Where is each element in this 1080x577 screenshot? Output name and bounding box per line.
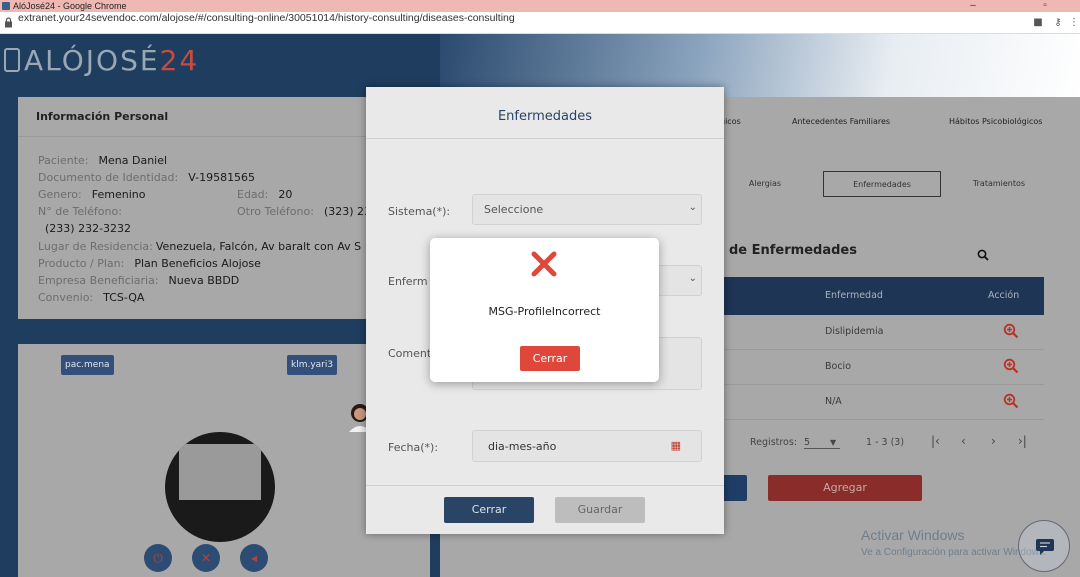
pager-range: 1 - 3 (3) <box>866 437 905 448</box>
field-otro-telefono: Otro Teléfono: (323) 23 <box>237 205 372 218</box>
field-genero: Genero: Femenino <box>38 188 146 201</box>
add-button[interactable]: Agregar <box>768 475 922 501</box>
fecha-input[interactable]: dia-mes-año ▦ <box>472 430 702 462</box>
shared-document-image <box>179 444 261 500</box>
menu-dots-icon[interactable]: ⋮ <box>1068 17 1080 29</box>
tab-alergias[interactable]: Alergias <box>730 171 800 197</box>
favicon-icon <box>2 2 10 10</box>
lock-icon <box>5 17 12 28</box>
field-residencia: Lugar de Residencia: Venezuela, Falcón, A… <box>38 240 362 253</box>
table-row: ico Bocio <box>705 350 1044 385</box>
table-row: ar Dislipidemia <box>705 315 1044 350</box>
cell-enfermedad: Dislipidemia <box>825 326 884 337</box>
personal-info-title: Información Personal <box>18 97 388 137</box>
alert-close-button[interactable]: Cerrar <box>520 346 580 371</box>
power-icon[interactable]: ⏻ <box>144 544 172 572</box>
field-telefono: N° de Teléfono: <box>38 205 122 218</box>
camera-icon[interactable]: ■ <box>1032 17 1044 29</box>
column-accion: Acción <box>988 290 1020 301</box>
field-empresa: Empresa Beneficiaria: Nueva BBDD <box>38 274 240 287</box>
fecha-label: Fecha(*): <box>388 441 439 454</box>
tag-doctor: klm.yari3 <box>287 355 338 375</box>
chat-button[interactable] <box>1018 520 1070 572</box>
mic-off-icon[interactable]: ✕ <box>192 544 220 572</box>
chevron-down-icon: ⌄ <box>688 273 697 284</box>
prev-page-icon[interactable]: ‹ <box>961 434 966 448</box>
browser-title-bar: AlóJosé24 - Google Chrome – ▫ <box>0 0 1080 12</box>
field-documento: Documento de Identidad: V-19581565 <box>38 171 256 184</box>
search-icon[interactable] <box>977 249 989 261</box>
error-x-icon <box>531 251 557 277</box>
modal-title: Enfermedades <box>366 87 724 139</box>
enfermedad-label: Enferm <box>388 275 428 288</box>
column-enfermedad: Enfermedad <box>825 290 883 301</box>
personal-info-card: Información Personal Paciente: Mena Danie… <box>18 97 388 319</box>
modal-footer: Cerrar Guardar <box>366 485 724 534</box>
pager-label: Registros: <box>750 437 798 448</box>
calendar-icon[interactable]: ▦ <box>671 439 681 452</box>
cell-enfermedad: Bocio <box>825 361 852 372</box>
maximize-icon[interactable]: ▫ <box>1030 0 1060 12</box>
comentario-label: Coment <box>388 347 432 360</box>
tag-patient: pac.mena <box>61 355 114 375</box>
zoom-in-icon[interactable] <box>1003 358 1019 374</box>
windows-activation-title: Activar Windows <box>861 527 965 543</box>
url-text[interactable]: extranet.your24sevendoc.com/alojose/#/co… <box>18 12 515 24</box>
list-title: l de Enfermedades <box>720 243 857 258</box>
field-paciente: Paciente: Mena Daniel <box>38 154 168 167</box>
logo-icon <box>4 48 20 72</box>
tab-antecedentes-familiares[interactable]: Antecedentes Familiares <box>792 117 890 126</box>
next-page-icon[interactable]: › <box>991 434 996 448</box>
tab-habitos[interactable]: Hábitos Psicobiológicos <box>949 117 1042 126</box>
field-telefono-value: (233) 232-3232 <box>45 222 132 235</box>
minimize-icon[interactable]: – <box>958 0 988 12</box>
field-producto: Producto / Plan: Plan Beneficios Alojose <box>38 257 261 270</box>
field-convenio: Convenio: TCS-QA <box>38 291 145 304</box>
tab-tratamientos[interactable]: Tratamientos <box>960 171 1038 197</box>
first-page-icon[interactable]: |‹ <box>931 434 940 448</box>
field-edad: Edad: 20 <box>237 188 293 201</box>
chevron-down-icon[interactable]: ▼ <box>830 438 836 447</box>
window-title: AlóJosé24 - Google Chrome <box>13 1 127 11</box>
video-stream <box>165 432 275 542</box>
table-row: N/A <box>705 385 1044 420</box>
close-button[interactable]: Cerrar <box>444 497 534 523</box>
chevron-down-icon: ⌄ <box>688 202 697 213</box>
speaker-off-icon[interactable]: ◂ <box>240 544 268 572</box>
tab-enfermedades[interactable]: Enfermedades <box>823 171 941 197</box>
sistema-select[interactable]: Seleccione ⌄ <box>472 194 702 225</box>
address-bar[interactable]: extranet.your24sevendoc.com/alojose/#/co… <box>0 12 1080 34</box>
logo[interactable]: ALÓJOSÉ24 <box>24 44 199 77</box>
cell-enfermedad: N/A <box>825 396 842 407</box>
save-button[interactable]: Guardar <box>555 497 645 523</box>
chat-icon <box>1036 539 1054 555</box>
sistema-label: Sistema(*): <box>388 205 451 218</box>
alert-message: MSG-ProfileIncorrect <box>488 305 601 318</box>
error-alert-dialog: MSG-ProfileIncorrect Cerrar <box>430 238 659 382</box>
zoom-in-icon[interactable] <box>1003 323 1019 339</box>
last-page-icon[interactable]: ›| <box>1018 434 1027 448</box>
key-icon[interactable]: ⚷ <box>1052 17 1064 29</box>
table-header: Enfermedad Acción <box>705 277 1044 315</box>
zoom-in-icon[interactable] <box>1003 393 1019 409</box>
